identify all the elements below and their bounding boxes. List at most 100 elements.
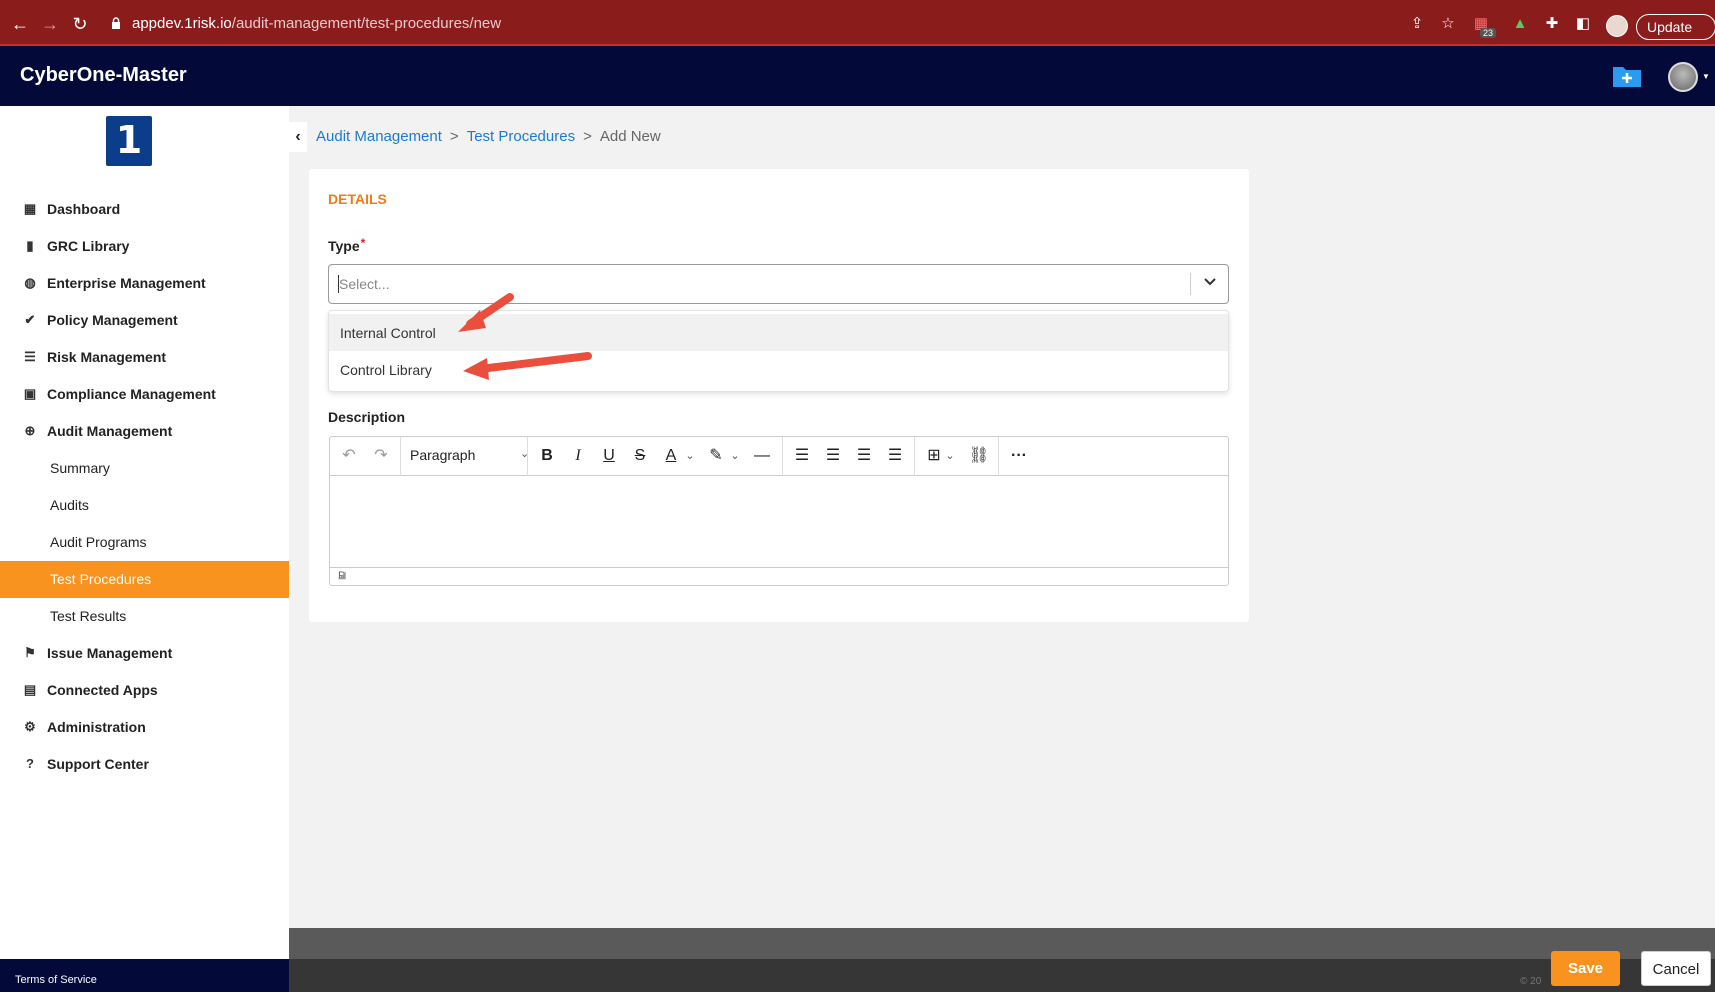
reload-icon[interactable]: ↻	[70, 14, 90, 34]
extensions-puzzle-icon[interactable]: ✚	[1543, 15, 1561, 33]
address-bar[interactable]: appdev.1risk.io/audit-management/test-pr…	[110, 12, 1240, 36]
align-center-icon[interactable]: ☰	[822, 445, 844, 467]
section-title: DETAILS	[328, 191, 387, 207]
type-select[interactable]: Select...	[328, 264, 1229, 304]
sidebar-item-audit-programs[interactable]: Audit Programs	[0, 524, 289, 561]
resize-handle-icon[interactable]: ◢	[338, 570, 1226, 581]
details-card: DETAILS Type* Select... Internal Control…	[309, 169, 1249, 622]
type-select-placeholder: Select...	[339, 276, 390, 292]
text-color-icon[interactable]: A	[660, 445, 682, 467]
url-host: appdev.1risk.io	[132, 15, 232, 32]
link-icon[interactable]: ⛓	[968, 445, 990, 467]
editor-statusbar: P ◢	[330, 567, 1228, 585]
editor-toolbar: ↶ ↷ Paragraph ⌄ B I U S A ⌄ ✎ ⌄ — ☰ ☰ ☰ …	[330, 437, 1228, 476]
drive-extension-icon[interactable]: ▲	[1511, 15, 1529, 33]
add-folder-icon[interactable]	[1612, 64, 1642, 88]
breadcrumb-test-procedures[interactable]: Test Procedures	[467, 128, 575, 145]
save-button[interactable]: Save	[1551, 951, 1620, 986]
align-left-icon[interactable]: ☰	[791, 445, 813, 467]
strikethrough-icon[interactable]: S	[629, 445, 651, 467]
double-check-icon: ✔	[24, 312, 36, 327]
chevron-down-icon[interactable]	[1197, 274, 1223, 294]
chevron-down-icon[interactable]: ⌄	[729, 445, 741, 467]
app-title: CyberOne-Master	[20, 64, 187, 86]
italic-icon[interactable]: I	[567, 445, 589, 467]
url-path: /audit-management/test-procedures/new	[231, 15, 502, 32]
sidebar-item-summary[interactable]: Summary	[0, 450, 289, 487]
back-arrow-icon[interactable]: ←	[10, 14, 30, 34]
sidebar-item-issue-management[interactable]: ⚑ Issue Management	[0, 635, 289, 672]
user-avatar[interactable]	[1668, 62, 1698, 92]
type-dropdown-menu: Internal Control Control Library	[328, 310, 1229, 392]
sidebar-item-enterprise-management[interactable]: ◍ Enterprise Management	[0, 265, 289, 302]
sidebar-item-dashboard[interactable]: ▦ Dashboard	[0, 191, 289, 228]
select-divider	[1190, 273, 1191, 295]
sidebar: 1 ▦ Dashboard ▮ GRC Library ◍ Enterprise…	[0, 106, 289, 959]
breadcrumb-current: Add New	[599, 128, 661, 145]
sidebar-item-connected-apps[interactable]: ▤ Connected Apps	[0, 672, 289, 709]
breadcrumb-audit-management[interactable]: Audit Management	[316, 128, 442, 145]
side-panel-icon[interactable]: ◧	[1574, 15, 1592, 33]
table-icon[interactable]: ⊞	[923, 445, 945, 467]
flag-icon: ⚑	[24, 645, 36, 660]
sidebar-item-test-procedures[interactable]: Test Procedures	[0, 561, 289, 598]
sidebar-footer: Terms of Service	[0, 959, 289, 992]
sidebar-item-administration[interactable]: ⚙ Administration	[0, 709, 289, 746]
sidebar-item-policy-management[interactable]: ✔ Policy Management	[0, 302, 289, 339]
cancel-button[interactable]: Cancel	[1641, 951, 1711, 986]
chevron-down-icon[interactable]: ▼	[1702, 72, 1710, 81]
block-format-select[interactable]: Paragraph	[410, 447, 475, 463]
sidebar-item-audit-management[interactable]: ⊕ Audit Management	[0, 413, 289, 450]
type-option-internal-control[interactable]: Internal Control	[329, 314, 1228, 351]
required-marker: *	[360, 236, 366, 250]
extension-badge: 23	[1480, 28, 1497, 38]
gear-icon: ⚙	[24, 719, 36, 734]
question-icon: ?	[26, 756, 34, 771]
crosshair-icon: ⊕	[24, 423, 36, 438]
undo-icon[interactable]: ↶	[338, 445, 360, 467]
copyright-text: © 20	[1520, 976, 1542, 987]
highlight-color-icon[interactable]: ✎	[705, 445, 727, 467]
sidebar-item-audits[interactable]: Audits	[0, 487, 289, 524]
book-icon: ▮	[26, 238, 34, 253]
lock-icon	[112, 17, 120, 29]
description-label: Description	[328, 409, 406, 425]
share-icon[interactable]: ⇪	[1408, 15, 1426, 33]
breadcrumb-separator: >	[583, 128, 592, 145]
sidebar-item-test-results[interactable]: Test Results	[0, 598, 289, 635]
company-logo[interactable]: 1	[106, 116, 152, 166]
chevron-left-icon: ‹	[295, 128, 301, 145]
forward-arrow-icon[interactable]: →	[40, 14, 60, 34]
browser-profile-avatar[interactable]	[1606, 15, 1628, 37]
sidebar-item-risk-management[interactable]: ☰ Risk Management	[0, 339, 289, 376]
redo-icon[interactable]: ↷	[370, 445, 392, 467]
browser-update-button[interactable]: Update	[1636, 14, 1715, 40]
bold-icon[interactable]: B	[536, 445, 558, 467]
app-header: CyberOne-Master ▼	[0, 46, 1715, 106]
grid-icon: ▦	[23, 201, 37, 216]
sidebar-item-grc-library[interactable]: ▮ GRC Library	[0, 228, 289, 265]
action-footer	[289, 959, 1715, 992]
breadcrumb: Audit Management > Test Procedures > Add New	[316, 128, 661, 145]
browser-toolbar: ← → ↻ appdev.1risk.io/audit-management/t…	[0, 0, 1715, 46]
chevron-down-icon[interactable]: ⌄	[944, 445, 956, 467]
sidebar-item-compliance-management[interactable]: ▣ Compliance Management	[0, 376, 289, 413]
bottom-strip	[289, 928, 1715, 959]
breadcrumb-separator: >	[449, 128, 459, 145]
terms-of-service-link[interactable]: Terms of Service	[15, 974, 97, 986]
bookmark-star-icon[interactable]: ☆	[1439, 15, 1457, 33]
type-option-control-library[interactable]: Control Library	[329, 351, 1228, 388]
align-justify-icon[interactable]: ☰	[884, 445, 906, 467]
store-icon: ▤	[23, 682, 37, 697]
chevron-down-icon[interactable]: ⌄	[684, 445, 696, 467]
description-editor: ↶ ↷ Paragraph ⌄ B I U S A ⌄ ✎ ⌄ — ☰ ☰ ☰ …	[329, 436, 1229, 586]
clipboard-check-icon: ▣	[23, 386, 37, 401]
underline-icon[interactable]: U	[598, 445, 620, 467]
list-icon: ☰	[24, 349, 36, 364]
back-button[interactable]: ‹	[289, 122, 307, 152]
more-options-icon[interactable]: ···	[1007, 445, 1031, 467]
globe-icon: ◍	[24, 275, 36, 290]
horizontal-line-icon[interactable]: —	[751, 445, 773, 467]
sidebar-item-support-center[interactable]: ? Support Center	[0, 746, 289, 783]
align-right-icon[interactable]: ☰	[853, 445, 875, 467]
